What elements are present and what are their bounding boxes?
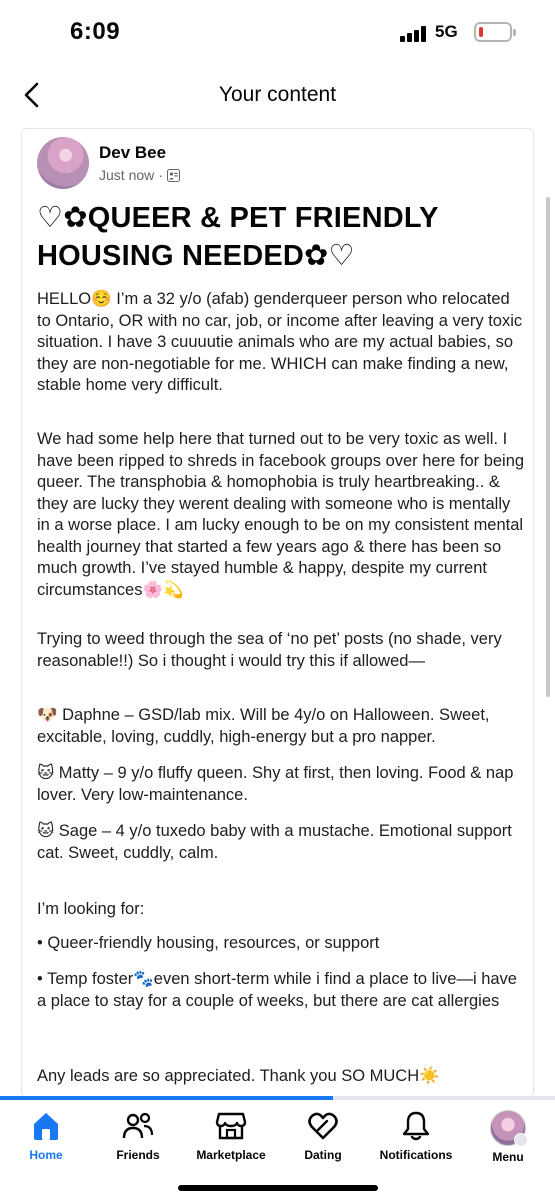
status-bar: 6:09 5G [0, 0, 555, 64]
page-header: Your content [0, 64, 555, 126]
post-card: Dev Bee Just now · ♡✿QUEER & PET FRIENDLY… [21, 128, 534, 1098]
status-time: 6:09 [70, 18, 121, 45]
post-paragraph: 🐱 Sage – 4 y/o tuxedo baby with a mustac… [37, 822, 512, 862]
post-paragraph: I’m looking for: [37, 900, 145, 918]
post-paragraph: Trying to weed through the sea of ‘no pe… [37, 630, 502, 670]
scrollbar[interactable] [546, 197, 550, 697]
home-icon [34, 1113, 58, 1140]
bottom-nav: Home Friends Marketplace Dating Notifica… [0, 1100, 555, 1172]
profile-avatar [490, 1110, 528, 1147]
post-header: Dev Bee Just now · [22, 129, 533, 197]
nav-notifications[interactable]: Notifications [366, 1108, 466, 1170]
battery-icon [474, 22, 516, 42]
nav-friends[interactable]: Friends [88, 1108, 188, 1170]
post-paragraph: 🐶 Daphne – GSD/lab mix. Will be 4y/o on … [37, 706, 490, 746]
author-name[interactable]: Dev Bee [99, 143, 166, 163]
home-indicator [178, 1185, 378, 1191]
post-time[interactable]: Just now [99, 167, 154, 183]
post-paragraph: 🐱 Matty – 9 y/o fluffy queen. Shy at fir… [37, 764, 514, 804]
nav-menu[interactable]: Menu [458, 1108, 555, 1170]
nav-home[interactable]: Home [0, 1108, 96, 1170]
post-meta: Just now · [99, 167, 180, 183]
bell-icon [402, 1111, 430, 1141]
page-title: Your content [218, 83, 337, 106]
post-paragraph: We had some help here that turned out to… [37, 430, 525, 599]
post-paragraph: HELLO☺️ I’m a 32 y/o (afab) genderqueer … [37, 290, 523, 394]
nav-label: Home [29, 1148, 63, 1162]
marketplace-icon [215, 1112, 247, 1140]
post-list-item: • Temp foster🐾even short-term while i fi… [37, 970, 517, 1010]
friends-list-icon[interactable] [166, 169, 180, 182]
network-type: 5G [435, 22, 458, 41]
nav-marketplace[interactable]: Marketplace [181, 1108, 281, 1170]
post-paragraph: Any leads are so appreciated. Thank you … [37, 1067, 440, 1085]
nav-label: Notifications [379, 1148, 453, 1162]
post-list-item: • Queer-friendly housing, resources, or … [37, 934, 380, 952]
nav-dating[interactable]: Dating [273, 1108, 373, 1170]
nav-label: Dating [304, 1148, 342, 1162]
dating-heart-icon [308, 1112, 338, 1140]
friends-icon [122, 1112, 154, 1139]
nav-label: Friends [116, 1148, 160, 1162]
signal-icon [400, 26, 428, 42]
post-title: ♡✿QUEER & PET FRIENDLY HOUSING NEEDED✿♡ [37, 202, 439, 272]
nav-label: Menu [492, 1150, 524, 1164]
author-avatar[interactable] [37, 137, 89, 189]
nav-label: Marketplace [196, 1148, 266, 1162]
menu-badge-icon [514, 1133, 528, 1147]
